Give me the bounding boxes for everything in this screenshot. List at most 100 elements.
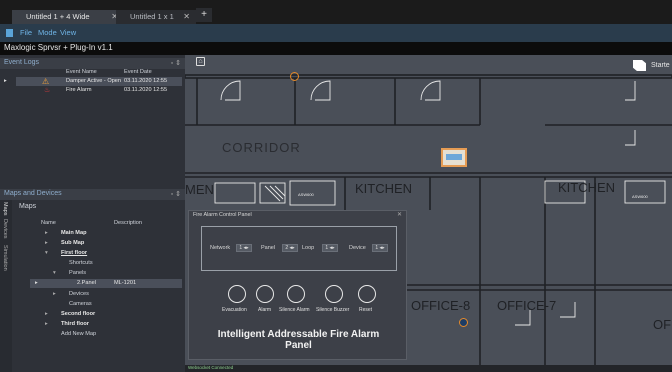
panel-stepper[interactable]: 2 ◂▸: [282, 244, 298, 252]
silence-alarm-label: Silence Alarm: [279, 307, 310, 313]
fire-alarm-panel-dialog: Fire Alarm Control Panel ✕ Network 1 ◂▸ …: [188, 210, 407, 360]
evacuation-button[interactable]: [228, 285, 246, 303]
row-selector-icon: ▸: [35, 280, 38, 286]
add-new-map-link[interactable]: Add New Map: [61, 330, 96, 339]
column-header-name: Name: [41, 220, 56, 226]
column-header-event-name: Event Name: [66, 69, 97, 75]
pin-icon[interactable]: ▫ ⇕: [171, 190, 181, 198]
status-text: Websocket Connected: [188, 365, 234, 370]
warning-icon: ⚠: [42, 77, 50, 86]
room-label-office-8: OFFICE-8: [411, 298, 471, 313]
table-row[interactable]: ♨ Fire Alarm 03.11.2020 12:55: [16, 86, 182, 95]
network-stepper[interactable]: 1 ◂▸: [236, 244, 252, 252]
tree-item-devices[interactable]: Devices: [69, 290, 89, 299]
event-name: Damper Active - Open: [66, 78, 122, 84]
event-date: 03.11.2020 12:55: [124, 78, 168, 84]
tree-item-sub-map[interactable]: Sub Map: [61, 239, 84, 248]
detector-device-icon[interactable]: [290, 72, 299, 81]
device-stepper[interactable]: 1 ◂▸: [372, 244, 388, 252]
row-selector-icon: ▸: [4, 78, 7, 84]
tab-untitled-1-4-wide[interactable]: Untitled 1 + 4 Wide ✕: [12, 10, 124, 24]
side-tab-maps[interactable]: Maps: [2, 202, 8, 215]
device-label: ASW600: [632, 194, 648, 199]
collapse-arrow-icon[interactable]: ▾: [45, 249, 48, 258]
start-label[interactable]: Starte: [651, 62, 670, 69]
event-logs-title: Event Logs: [4, 59, 40, 66]
collapse-arrow-icon[interactable]: ▾: [53, 269, 56, 278]
tree-item-second-floor[interactable]: Second floor: [61, 310, 95, 319]
room-label-men: MEN: [185, 182, 214, 197]
alarm-label: Alarm: [258, 307, 272, 313]
column-header-event-date: Event Date: [124, 69, 152, 75]
tree-item-selected-row[interactable]: ▸ 2.Panel ML-1201: [30, 279, 182, 288]
menu-view[interactable]: View: [60, 28, 76, 37]
loop-stepper[interactable]: 1 ◂▸: [322, 244, 338, 252]
network-label: Network: [210, 245, 231, 251]
pin-icon[interactable]: ▫ ⇕: [171, 59, 181, 67]
panel-label: Panel: [261, 245, 276, 251]
detector-device-icon[interactable]: [459, 318, 468, 327]
expand-arrow-icon[interactable]: ▸: [45, 310, 48, 319]
room-label-kitchen-2: KITCHEN: [558, 180, 616, 195]
reset-label: Reset: [359, 307, 373, 313]
panel-heading-line2: Panel: [285, 340, 312, 351]
tree-item-cameras[interactable]: Cameras: [69, 300, 92, 309]
event-name: Fire Alarm: [66, 87, 92, 93]
evacuation-label: Evacuation: [222, 307, 247, 313]
dialog-title: Fire Alarm Control Panel: [193, 212, 252, 218]
fire-icon: ♨: [44, 87, 51, 94]
home-icon[interactable]: ⌂: [196, 57, 205, 66]
tree-item-description: ML-1201: [114, 280, 137, 286]
expand-arrow-icon[interactable]: ▸: [45, 239, 48, 248]
add-tab-icon[interactable]: +: [196, 8, 212, 22]
maps-subtitle: Maps: [19, 203, 37, 210]
tree-item-first-floor[interactable]: First floor: [61, 249, 87, 258]
close-icon[interactable]: ✕: [397, 211, 402, 218]
app-menu-icon[interactable]: [6, 29, 13, 37]
tab-bar: Untitled 1 + 4 Wide ✕ Untitled 1 x 1 ✕ +: [0, 0, 672, 24]
tab-untitled-1x1[interactable]: Untitled 1 x 1 ✕: [116, 10, 196, 24]
side-tab-devices[interactable]: Devices: [2, 219, 8, 239]
expand-arrow-icon[interactable]: ▸: [45, 320, 48, 329]
silence-alarm-button[interactable]: [287, 285, 305, 303]
panel-heading: Intelligent Addressable Fire Alarm Panel: [189, 329, 408, 351]
device-label: ASW600: [298, 192, 314, 197]
tree-item-third-floor[interactable]: Third floor: [61, 320, 89, 329]
side-tab-strip: Maps Devices Simulation: [0, 200, 12, 372]
maps-devices-title: Maps and Devices: [4, 190, 62, 197]
alarm-button[interactable]: [256, 285, 274, 303]
table-row[interactable]: ▸ ⚠ Damper Active - Open 03.11.2020 12:5…: [4, 77, 182, 86]
expand-arrow-icon[interactable]: ▸: [45, 229, 48, 238]
app-title: Maxlogic Sprvsr + Plug-In v1.1: [4, 43, 113, 52]
menu-file[interactable]: File: [20, 28, 32, 37]
status-bar: Websocket Connected: [185, 365, 672, 372]
room-label-corridor: CORRIDOR: [222, 140, 301, 155]
silence-buzzer-button[interactable]: [325, 285, 343, 303]
silence-buzzer-label: Silence Buzzer: [316, 307, 350, 313]
left-panel: Event Logs ▫ ⇕ Event Name Event Date ▸ ⚠…: [0, 55, 185, 372]
tree-item-2-panel: 2.Panel: [77, 280, 96, 286]
menu-mode[interactable]: Mode: [38, 28, 57, 37]
event-date: 03.11.2020 12:55: [124, 87, 168, 93]
close-icon[interactable]: ✕: [183, 10, 190, 24]
expand-arrow-icon[interactable]: ▸: [53, 290, 56, 299]
loop-label: Loop: [302, 245, 315, 251]
panel-screen-icon: [446, 154, 462, 160]
maps-devices-header: Maps and Devices ▫ ⇕: [0, 189, 185, 200]
side-tab-simulation[interactable]: Simulation: [2, 245, 8, 271]
tree-item-main-map[interactable]: Main Map: [61, 229, 86, 238]
tree-item-shortcuts[interactable]: Shortcuts: [69, 259, 93, 268]
menu-bar: File Mode View: [0, 24, 672, 42]
tree-item-panels[interactable]: Panels: [69, 269, 86, 278]
room-label-office-7: OFFICE-7: [497, 298, 557, 313]
column-header-description: Description: [114, 220, 142, 226]
reset-button[interactable]: [358, 285, 376, 303]
app-title-bar: Maxlogic Sprvsr + Plug-In v1.1: [0, 42, 672, 55]
start-page-icon[interactable]: [633, 60, 646, 71]
tab-label: Untitled 1 x 1: [130, 12, 174, 21]
tab-label: Untitled 1 + 4 Wide: [26, 12, 90, 21]
fire-panel-device-icon[interactable]: [441, 148, 467, 167]
device-label: Device: [349, 245, 366, 251]
room-label-office: OF: [653, 317, 672, 332]
room-label-kitchen: KITCHEN: [355, 181, 413, 196]
